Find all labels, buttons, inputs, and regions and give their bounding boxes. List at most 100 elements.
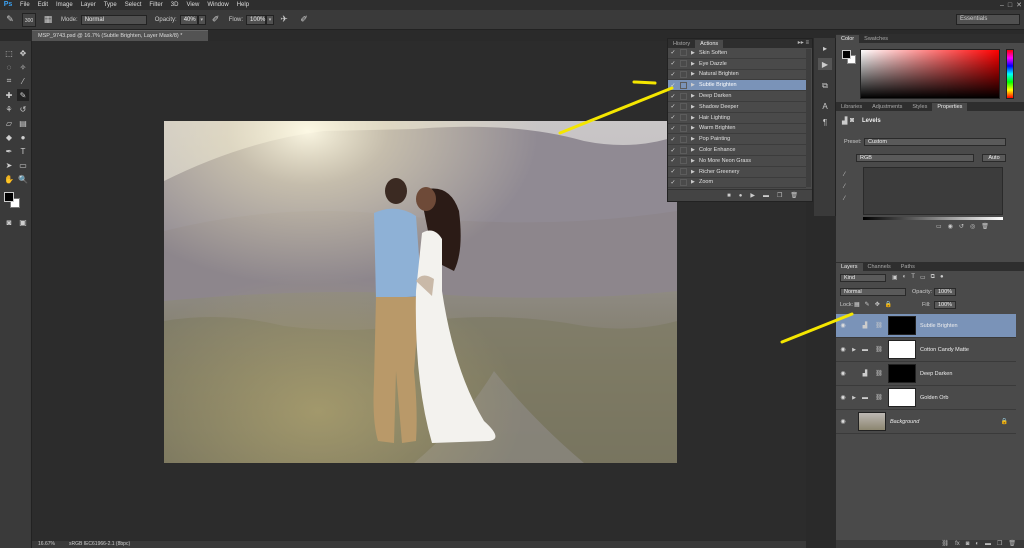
- layer-row[interactable]: ◉ ▟ ⛓ Deep Darken: [836, 362, 1016, 386]
- group-expand-icon[interactable]: ▶: [850, 347, 858, 353]
- action-row[interactable]: ✓ ▶ Color Enhance: [668, 145, 806, 156]
- foreground-color-swatch[interactable]: [4, 192, 14, 202]
- brush-preset-icon[interactable]: ✎: [3, 13, 17, 27]
- menu-window[interactable]: Window: [203, 0, 232, 10]
- action-dialog-toggle[interactable]: [680, 49, 687, 57]
- action-row[interactable]: ✓ ▶ Eye Dazzle: [668, 59, 806, 70]
- levels-output-slider[interactable]: [863, 217, 1003, 220]
- layer-opacity-field[interactable]: 100%: [934, 288, 956, 296]
- menu-file[interactable]: File: [16, 0, 34, 10]
- layer-row[interactable]: ◉ Background 🔒: [836, 410, 1016, 434]
- tab-swatches[interactable]: Swatches: [859, 35, 893, 43]
- chain-link-icon[interactable]: ⛓: [872, 394, 886, 401]
- visibility-eye-icon[interactable]: ◉: [836, 394, 850, 401]
- expand-triangle-icon[interactable]: ▶: [691, 136, 699, 142]
- action-dialog-toggle[interactable]: [680, 168, 687, 176]
- clip-icon[interactable]: ▭: [936, 223, 942, 230]
- filter-smart-icon[interactable]: ⧉: [931, 274, 935, 281]
- menu-filter[interactable]: Filter: [145, 0, 166, 10]
- tab-actions[interactable]: Actions: [695, 40, 724, 48]
- new-adjustment-icon[interactable]: ◐: [975, 540, 979, 548]
- expand-triangle-icon[interactable]: ▶: [691, 61, 699, 67]
- action-enabled-check-icon[interactable]: ✓: [668, 49, 678, 56]
- view-previous-icon[interactable]: ◉: [948, 223, 953, 230]
- black-eyedropper-icon[interactable]: ⁄: [844, 172, 845, 178]
- levels-histogram[interactable]: [863, 167, 1003, 215]
- action-enabled-check-icon[interactable]: ✓: [668, 179, 678, 186]
- tab-channels[interactable]: Channels: [863, 263, 896, 271]
- action-dialog-toggle[interactable]: [680, 103, 687, 111]
- layer-thumbnail[interactable]: [858, 412, 886, 431]
- expand-triangle-icon[interactable]: ▶: [691, 125, 699, 131]
- lasso-icon[interactable]: ◌: [3, 61, 15, 73]
- visibility-eye-icon[interactable]: ◉: [836, 370, 850, 377]
- dodge-icon[interactable]: ●: [17, 131, 29, 143]
- expand-triangle-icon[interactable]: ▶: [691, 93, 699, 99]
- clone-stamp-icon[interactable]: ⚘: [3, 103, 15, 115]
- delete-layer-icon[interactable]: 🗑: [1008, 540, 1016, 548]
- lock-brush-icon[interactable]: ✎: [865, 301, 870, 308]
- menu-view[interactable]: View: [182, 0, 203, 10]
- expand-triangle-icon[interactable]: ▶: [691, 50, 699, 56]
- visibility-eye-icon[interactable]: ◉: [836, 346, 850, 353]
- paragraph-dock-icon[interactable]: ¶: [818, 116, 832, 128]
- filter-toggle-icon[interactable]: ●: [940, 274, 944, 281]
- color-picker-field[interactable]: [860, 49, 1000, 99]
- path-select-icon[interactable]: ➤: [3, 159, 15, 171]
- action-dialog-toggle[interactable]: [680, 135, 687, 143]
- action-enabled-check-icon[interactable]: ✓: [668, 168, 678, 175]
- eyedropper-icon[interactable]: ⁄: [17, 75, 29, 87]
- expand-triangle-icon[interactable]: ▶: [691, 169, 699, 175]
- tab-adjustments[interactable]: Adjustments: [867, 103, 907, 111]
- action-row[interactable]: ✓ ▶ Richer Greenery: [668, 167, 806, 178]
- gray-eyedropper-icon[interactable]: ⁄: [844, 184, 845, 190]
- action-enabled-check-icon[interactable]: ✓: [668, 136, 678, 143]
- menu-select[interactable]: Select: [121, 0, 146, 10]
- reset-icon[interactable]: ↺: [959, 223, 964, 230]
- action-dialog-toggle[interactable]: [680, 70, 687, 78]
- crop-icon[interactable]: ⌗: [3, 75, 15, 87]
- fill-field[interactable]: 100%: [934, 301, 956, 309]
- action-enabled-check-icon[interactable]: ✓: [668, 157, 678, 164]
- blend-mode-select[interactable]: Normal: [840, 288, 906, 296]
- stop-icon[interactable]: ■: [727, 193, 731, 199]
- visibility-eye-icon[interactable]: ◉: [836, 418, 850, 425]
- chain-link-icon[interactable]: ⛓: [872, 346, 886, 353]
- tab-color[interactable]: Color: [836, 35, 860, 43]
- layer-mask-thumbnail[interactable]: [888, 316, 916, 335]
- maximize-button[interactable]: □: [1008, 2, 1012, 9]
- marquee-icon[interactable]: ⬚: [3, 47, 15, 59]
- new-action-icon[interactable]: ❐: [777, 192, 782, 199]
- mode-select[interactable]: Normal: [80, 14, 147, 25]
- zoom-level[interactable]: 16.67%: [38, 541, 55, 548]
- visibility-icon[interactable]: ◎: [970, 223, 975, 230]
- blur-icon[interactable]: ◆: [3, 131, 15, 143]
- props-delete-icon[interactable]: 🗑: [981, 223, 989, 230]
- layer-mask-thumbnail[interactable]: [888, 364, 916, 383]
- document-photo[interactable]: [164, 121, 677, 463]
- filter-adjustment-icon[interactable]: ◐: [903, 274, 907, 281]
- type-icon[interactable]: T: [17, 145, 29, 157]
- layer-filter-select[interactable]: Kind: [840, 274, 886, 282]
- action-dialog-toggle[interactable]: [680, 146, 687, 154]
- layer-style-icon[interactable]: fx: [955, 540, 960, 548]
- flow-dropdown-icon[interactable]: ▾: [266, 14, 275, 25]
- menu-edit[interactable]: Edit: [34, 0, 52, 10]
- add-mask-icon[interactable]: ◙: [966, 540, 970, 548]
- action-enabled-check-icon[interactable]: ✓: [668, 125, 678, 132]
- workspace-select[interactable]: Essentials: [956, 14, 1020, 25]
- link-layers-icon[interactable]: ⛓: [941, 540, 949, 548]
- tab-history[interactable]: History: [668, 40, 695, 48]
- action-dialog-toggle[interactable]: [680, 81, 687, 89]
- airbrush-icon[interactable]: ✈: [277, 13, 291, 27]
- screen-mode-icon[interactable]: ▣: [17, 216, 29, 228]
- action-row[interactable]: ✓ ▶ No More Neon Grass: [668, 156, 806, 167]
- menu-layer[interactable]: Layer: [77, 0, 100, 10]
- action-row[interactable]: ✓ ▶ Shadow Deeper: [668, 102, 806, 113]
- expand-triangle-icon[interactable]: ▶: [691, 147, 699, 153]
- white-eyedropper-icon[interactable]: ⁄: [844, 196, 845, 202]
- action-enabled-check-icon[interactable]: ✓: [668, 82, 678, 89]
- tab-paths[interactable]: Paths: [896, 263, 920, 271]
- action-row[interactable]: ✓ ▶ Deep Darken: [668, 91, 806, 102]
- new-layer-icon[interactable]: ❐: [997, 540, 1002, 548]
